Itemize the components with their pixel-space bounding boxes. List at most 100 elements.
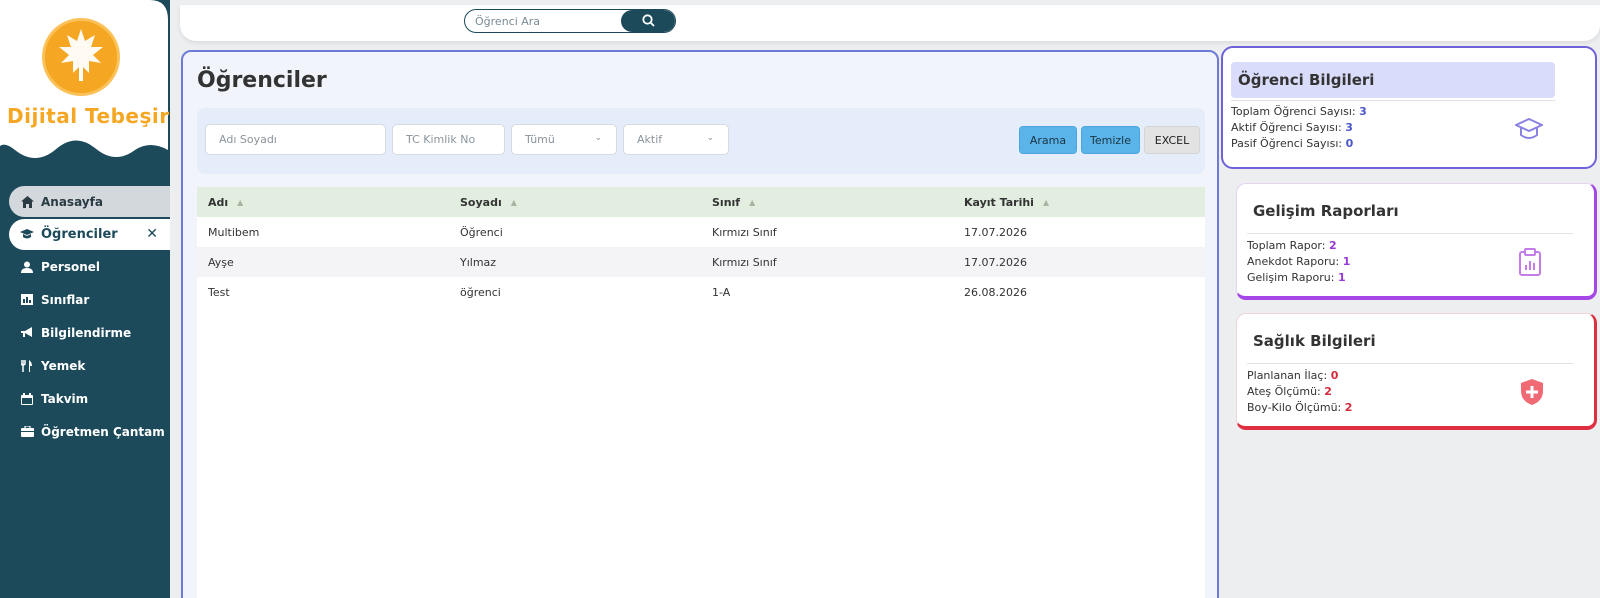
sidebar-item-label: Bilgilendirme bbox=[41, 325, 132, 340]
sidebar-item-anasayfa[interactable]: Anasayfa bbox=[9, 186, 170, 217]
close-icon[interactable]: ✕ bbox=[146, 226, 158, 242]
student-icon bbox=[20, 228, 34, 242]
table-cell: Test bbox=[208, 285, 230, 299]
sidebar-nav: Anasayfa Öğrenciler ✕ Personel Sınıflar bbox=[0, 186, 170, 448]
stat-value: 2 bbox=[1328, 239, 1337, 252]
sidebar-item-ogretmen-cantam[interactable]: Öğretmen Çantam bbox=[0, 415, 170, 448]
reports-card: Gelişim Raporları Toplam Rapor: 2 Anekdo… bbox=[1236, 183, 1597, 300]
search-icon bbox=[641, 12, 655, 31]
reports-stats: Toplam Rapor: 2 Anekdot Raporu: 1 Gelişi… bbox=[1247, 238, 1350, 286]
column-header[interactable]: Kayıt Tarihi ▲ bbox=[953, 196, 1205, 209]
table-cell: 17.07.2026 bbox=[964, 225, 1027, 239]
health-title: Sağlık Bilgileri bbox=[1253, 332, 1376, 350]
stat-line: Anekdot Raporu: 1 bbox=[1247, 254, 1350, 270]
sidebar-item-label: Takvim bbox=[41, 391, 89, 406]
student-info-stats: Toplam Öğrenci Sayısı: 3 Aktif Öğrenci S… bbox=[1231, 104, 1367, 152]
status-select-value: Aktif bbox=[637, 133, 663, 146]
sidebar-item-takvim[interactable]: Takvim bbox=[0, 382, 170, 415]
column-label: Soyadı bbox=[460, 195, 502, 209]
filter-bar: Tümü ⌄ Aktif ⌄ Arama Temizle EXCEL bbox=[197, 108, 1205, 174]
sidebar-item-ogrenciler[interactable]: Öğrenciler ✕ bbox=[9, 219, 170, 250]
column-label: Sınıf bbox=[712, 195, 741, 209]
sidebar-item-label: Sınıflar bbox=[41, 292, 90, 307]
stat-label: Anekdot Raporu: bbox=[1247, 255, 1340, 268]
class-select-value: Tümü bbox=[525, 133, 555, 146]
stat-line: Boy-Kilo Ölçümü: 2 bbox=[1247, 400, 1352, 416]
column-header[interactable]: Adı ▲ bbox=[197, 196, 449, 209]
table-row[interactable]: Test öğrenci 1-A 26.08.2026 bbox=[197, 277, 1205, 307]
student-info-title: Öğrenci Bilgileri bbox=[1231, 62, 1555, 98]
table-cell: 26.08.2026 bbox=[964, 285, 1027, 299]
column-header[interactable]: Soyadı ▲ bbox=[449, 196, 701, 209]
stat-line: Toplam Öğrenci Sayısı: 3 bbox=[1231, 104, 1367, 120]
stat-line: Pasif Öğrenci Sayısı: 0 bbox=[1231, 136, 1367, 152]
stat-label: Pasif Öğrenci Sayısı: bbox=[1231, 137, 1343, 150]
search-filter-button[interactable]: Arama bbox=[1019, 126, 1077, 154]
sidebar-item-label: Öğretmen Çantam bbox=[41, 424, 165, 439]
table-row[interactable]: Multibem Öğrenci Kırmızı Sınıf 17.07.202… bbox=[197, 217, 1205, 247]
sort-icon: ▲ bbox=[237, 197, 244, 207]
sidebar-item-personel[interactable]: Personel bbox=[0, 250, 170, 283]
table-cell: Kırmızı Sınıf bbox=[712, 255, 777, 269]
health-stats: Planlanan İlaç: 0 Ateş Ölçümü: 2 Boy-Kil… bbox=[1247, 368, 1352, 416]
divider bbox=[1247, 363, 1573, 364]
table-cell: Yılmaz bbox=[460, 255, 497, 269]
logo-icon bbox=[42, 18, 120, 96]
column-label: Adı bbox=[208, 195, 229, 209]
sort-icon: ▲ bbox=[1042, 197, 1050, 207]
chart-icon bbox=[20, 293, 34, 307]
stat-value: 0 bbox=[1330, 369, 1339, 382]
students-table: Adı ▲ Soyadı ▲ Sınıf ▲ Kayıt Tarihi ▲ Multib… bbox=[197, 187, 1205, 307]
stat-value: 3 bbox=[1345, 121, 1353, 134]
table-cell: Multibem bbox=[208, 225, 260, 239]
top-bar bbox=[180, 5, 1600, 41]
table-cell: 1-A bbox=[712, 285, 731, 299]
table-row[interactable]: Ayşe Yılmaz Kırmızı Sınıf 17.07.2026 bbox=[197, 247, 1205, 277]
main-panel: Öğrenciler Tümü ⌄ Aktif ⌄ Arama Temizle … bbox=[181, 50, 1219, 598]
name-field[interactable] bbox=[205, 124, 386, 155]
stat-label: Ateş Ölçümü: bbox=[1247, 385, 1321, 398]
table-empty-area bbox=[197, 307, 1205, 598]
sidebar-item-siniflar[interactable]: Sınıflar bbox=[0, 283, 170, 316]
class-select[interactable]: Tümü ⌄ bbox=[511, 124, 617, 155]
sidebar-item-bilgilendirme[interactable]: Bilgilendirme bbox=[0, 316, 170, 349]
tc-field[interactable] bbox=[392, 124, 505, 155]
sidebar-item-label: Öğrenciler bbox=[41, 227, 118, 242]
food-icon bbox=[20, 359, 34, 373]
stat-value: 1 bbox=[1337, 271, 1346, 284]
status-select[interactable]: Aktif ⌄ bbox=[623, 124, 729, 155]
clipboard-icon bbox=[1516, 248, 1544, 276]
megaphone-icon bbox=[20, 326, 34, 340]
logo-area: Dijital Tebeşir bbox=[0, 0, 170, 168]
stat-label: Toplam Öğrenci Sayısı: bbox=[1231, 105, 1356, 118]
sidebar-item-label: Personel bbox=[41, 259, 101, 274]
search-input[interactable] bbox=[465, 10, 621, 32]
graduation-cap-icon bbox=[1515, 116, 1543, 144]
divider bbox=[1247, 233, 1573, 234]
health-card: Sağlık Bilgileri Planlanan İlaç: 0 Ateş … bbox=[1236, 313, 1597, 430]
stat-line: Toplam Rapor: 2 bbox=[1247, 238, 1350, 254]
sort-icon: ▲ bbox=[510, 197, 517, 207]
sidebar-item-label: Anasayfa bbox=[41, 194, 103, 209]
column-header[interactable]: Sınıf ▲ bbox=[701, 196, 953, 209]
clear-button[interactable]: Temizle bbox=[1081, 126, 1140, 154]
briefcase-icon bbox=[20, 425, 34, 439]
sort-icon: ▲ bbox=[749, 197, 756, 207]
home-icon bbox=[20, 195, 34, 209]
stat-label: Aktif Öğrenci Sayısı: bbox=[1231, 121, 1342, 134]
stat-value: 0 bbox=[1345, 137, 1354, 150]
chevron-down-icon: ⌄ bbox=[594, 133, 602, 143]
stat-line: Gelişim Raporu: 1 bbox=[1247, 270, 1350, 286]
sidebar-item-yemek[interactable]: Yemek bbox=[0, 349, 170, 382]
stat-value: 2 bbox=[1324, 385, 1332, 398]
excel-button[interactable]: EXCEL bbox=[1144, 126, 1200, 154]
stat-value: 3 bbox=[1359, 105, 1367, 118]
reports-title: Gelişim Raporları bbox=[1253, 202, 1399, 220]
column-label: Kayıt Tarihi bbox=[964, 195, 1034, 209]
user-icon bbox=[20, 260, 34, 274]
search-button[interactable] bbox=[621, 10, 675, 32]
stat-line: Planlanan İlaç: 0 bbox=[1247, 368, 1352, 384]
stat-label: Planlanan İlaç: bbox=[1247, 369, 1328, 382]
stat-label: Boy-Kilo Ölçümü: bbox=[1247, 401, 1342, 414]
table-header: Adı ▲ Soyadı ▲ Sınıf ▲ Kayıt Tarihi ▲ bbox=[197, 187, 1205, 217]
